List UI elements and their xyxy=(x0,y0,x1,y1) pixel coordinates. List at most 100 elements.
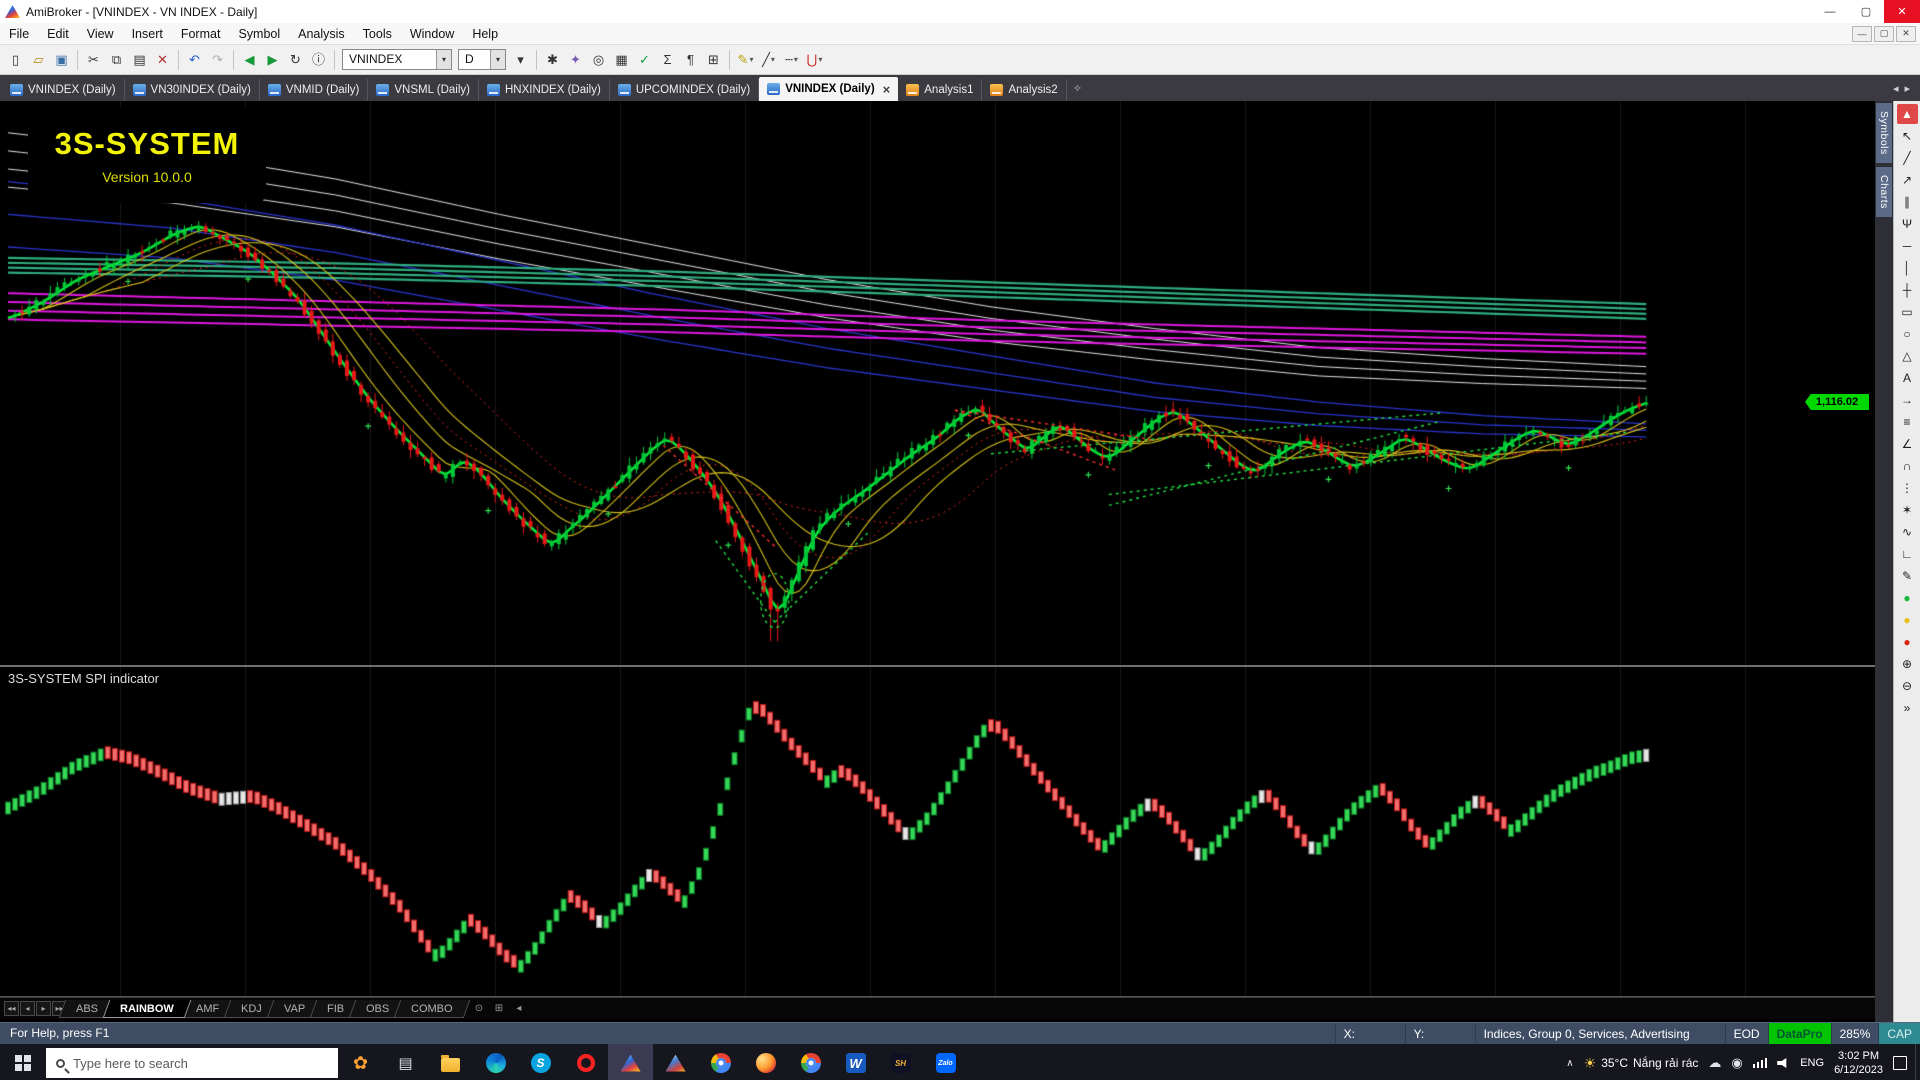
doc-tab-upcomindex-daily[interactable]: UPCOMINDEX (Daily) xyxy=(610,79,760,101)
tab-scroll-left-icon[interactable]: ◂ xyxy=(1893,82,1899,95)
info-icon[interactable]: ⓘ xyxy=(307,48,330,71)
restore-button[interactable]: ▢ xyxy=(1848,0,1884,23)
zoom-in-tool-icon[interactable]: ⊕ xyxy=(1897,654,1918,674)
trendline-tool-icon[interactable]: ╱ xyxy=(1897,148,1918,168)
symbol-combo-arrow[interactable]: ▾ xyxy=(436,50,451,69)
line-style-icon-dropdown[interactable]: ▾ xyxy=(771,55,775,64)
dock-tab-charts[interactable]: Charts xyxy=(1876,166,1892,217)
zoom-out-tool-icon[interactable]: ⊖ xyxy=(1897,676,1918,696)
doc-tab-vnmid-daily[interactable]: VNMID (Daily) xyxy=(260,79,369,101)
cut-icon[interactable]: ✂ xyxy=(82,48,105,71)
menu-window[interactable]: Window xyxy=(401,23,463,44)
layout-icon[interactable]: ⊞ xyxy=(702,48,725,71)
paste-icon[interactable]: ▤ xyxy=(128,48,151,71)
interval-combo-arrow[interactable]: ▾ xyxy=(490,50,505,69)
taskbar-task-view-button[interactable]: ▤ xyxy=(383,1044,428,1080)
refresh-icon[interactable]: ↻ xyxy=(284,48,307,71)
weather-widget[interactable]: ☀ 35°C Nắng rải rác xyxy=(1584,1055,1699,1072)
text-tool-icon[interactable]: A xyxy=(1897,368,1918,388)
parameters-icon[interactable]: ✱ xyxy=(541,48,564,71)
spi-pane[interactable]: 3S-SYSTEM SPI indicator xyxy=(0,667,1875,997)
doc-tab-vnindex-daily[interactable]: VNINDEX (Daily) xyxy=(2,79,125,101)
search-input[interactable] xyxy=(73,1055,328,1071)
sell-marker-icon[interactable]: ● xyxy=(1897,632,1918,652)
doc-tab-hnxindex-daily[interactable]: HNXINDEX (Daily) xyxy=(479,79,610,101)
doc-tab-vnindex-daily-active[interactable]: VNINDEX (Daily) × xyxy=(759,77,899,101)
dock-tab-symbols[interactable]: Symbols xyxy=(1876,103,1892,163)
backtest-icon[interactable]: ✓ xyxy=(633,48,656,71)
horizontal-line-tool-icon[interactable]: ─ xyxy=(1897,236,1918,256)
wizard-icon[interactable]: ✦ xyxy=(564,48,587,71)
channel-tool-icon[interactable]: ∥ xyxy=(1897,192,1918,212)
menu-view[interactable]: View xyxy=(78,23,123,44)
taskbar-chrome-2-button[interactable] xyxy=(788,1044,833,1080)
symbol-combo[interactable]: VNINDEX ▾ xyxy=(342,49,452,70)
undo-icon[interactable]: ↶ xyxy=(183,48,206,71)
start-button[interactable] xyxy=(0,1044,46,1080)
delete-icon[interactable]: ✕ xyxy=(151,48,174,71)
sheet-tab-rainbow[interactable]: RAINBOW xyxy=(102,999,192,1018)
redo-icon[interactable]: ↷ xyxy=(206,48,229,71)
doc-tab-vnsml-daily[interactable]: VNSML (Daily) xyxy=(368,79,479,101)
zigzag-tool-icon[interactable]: ∿ xyxy=(1897,522,1918,542)
mdi-restore-button[interactable]: ▢ xyxy=(1874,25,1894,42)
taskbar-shb-button[interactable]: SH xyxy=(878,1044,923,1080)
sheet-first-button[interactable]: ◂◂ xyxy=(4,1001,19,1016)
price-chart-canvas[interactable] xyxy=(0,101,1875,665)
menu-file[interactable]: File xyxy=(0,23,38,44)
sheet-prev-button[interactable]: ◂ xyxy=(20,1001,35,1016)
note-tool-icon[interactable]: ✎ xyxy=(1897,566,1918,586)
taskbar-file-explorer-button[interactable] xyxy=(428,1044,473,1080)
new-icon[interactable]: ▯ xyxy=(4,48,27,71)
triangle-tool-icon[interactable]: △ xyxy=(1897,346,1918,366)
optimize-icon[interactable]: Σ xyxy=(656,48,679,71)
open-icon[interactable]: ▱ xyxy=(27,48,50,71)
dashed-line-icon[interactable]: ┄ ▾ xyxy=(780,48,803,71)
menu-symbol[interactable]: Symbol xyxy=(229,23,289,44)
doc-tab-vn30index-daily[interactable]: VN30INDEX (Daily) xyxy=(125,79,260,101)
taskbar-search[interactable] xyxy=(46,1048,338,1078)
action-center-icon[interactable] xyxy=(1893,1056,1907,1070)
mdi-minimize-button[interactable]: — xyxy=(1852,25,1872,42)
new-tab-icon[interactable]: ✧ xyxy=(1067,82,1088,95)
volume-icon[interactable] xyxy=(1777,1057,1787,1069)
taskbar-edge-button[interactable] xyxy=(473,1044,518,1080)
draw-pencil-icon-dropdown[interactable]: ▾ xyxy=(749,55,753,64)
cross-tool-icon[interactable]: ┼ xyxy=(1897,280,1918,300)
sheet-tab-combo[interactable]: COMBO xyxy=(394,999,471,1018)
minimize-button[interactable]: — xyxy=(1812,0,1848,23)
fib-fan-tool-icon[interactable]: ∠ xyxy=(1897,434,1918,454)
hold-marker-icon[interactable]: ● xyxy=(1897,610,1918,630)
taskbar-flower-button[interactable]: ✿ xyxy=(338,1044,383,1080)
copy-icon[interactable]: ⧉ xyxy=(105,48,128,71)
menu-help[interactable]: Help xyxy=(463,23,507,44)
ray-tool-icon[interactable]: ↗ xyxy=(1897,170,1918,190)
network-icon[interactable] xyxy=(1752,1058,1768,1068)
ruler-tool-icon[interactable]: ∟ xyxy=(1897,544,1918,564)
insert-sheet-icon[interactable]: ⊞ xyxy=(491,1001,507,1016)
magnet-icon-dropdown[interactable]: ▾ xyxy=(818,55,822,64)
explore-icon[interactable]: ▦ xyxy=(610,48,633,71)
doc-tab-analysis1[interactable]: Analysis1 xyxy=(898,79,983,101)
show-desktop-button[interactable] xyxy=(1915,1044,1920,1080)
menu-tools[interactable]: Tools xyxy=(354,23,401,44)
taskbar-opera-button[interactable] xyxy=(563,1044,608,1080)
line-style-icon[interactable]: ╱ ▾ xyxy=(757,48,780,71)
close-button[interactable]: ✕ xyxy=(1884,0,1920,23)
taskbar-firefox-button[interactable] xyxy=(743,1044,788,1080)
lock-icon[interactable]: ⊙ xyxy=(471,1001,487,1016)
select-tool-icon[interactable]: ▲ xyxy=(1896,104,1918,124)
pitchfork-tool-icon[interactable]: Ψ xyxy=(1897,214,1918,234)
menu-insert[interactable]: Insert xyxy=(123,23,172,44)
tray-expand-icon[interactable]: ∧ xyxy=(1566,1058,1573,1069)
mdi-close-button[interactable]: ✕ xyxy=(1896,25,1916,42)
taskbar-amibroker-2-button[interactable] xyxy=(653,1044,698,1080)
arrow-tool-icon[interactable]: → xyxy=(1897,390,1918,410)
rectangle-tool-icon[interactable]: ▭ xyxy=(1897,302,1918,322)
fib-time-tool-icon[interactable]: ⋮ xyxy=(1897,478,1918,498)
draw-pencil-icon[interactable]: ✎ ▾ xyxy=(734,48,757,71)
taskbar-word-button[interactable]: W xyxy=(833,1044,878,1080)
spi-chart-canvas[interactable] xyxy=(0,667,1875,996)
save-icon[interactable]: ▣ xyxy=(50,48,73,71)
interval-combo[interactable]: D ▾ xyxy=(458,49,506,70)
